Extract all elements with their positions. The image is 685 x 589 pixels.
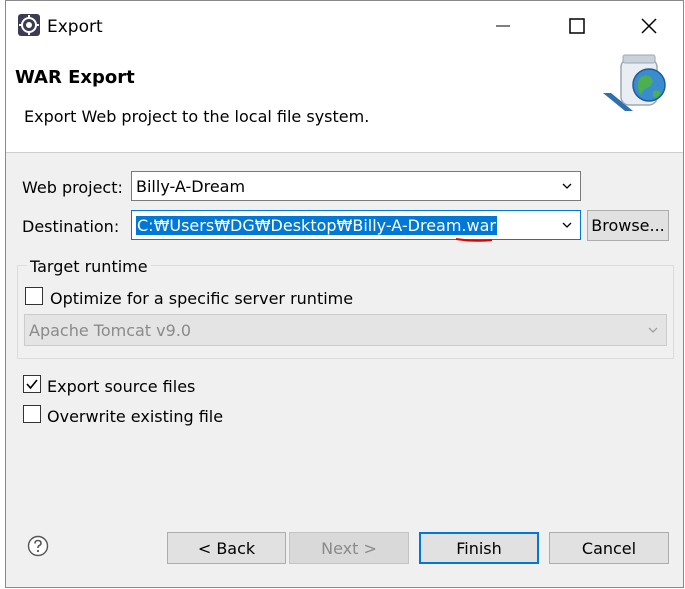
export-source-label: Export source files [47,377,196,396]
browse-button[interactable]: Browse... [587,210,669,241]
wizard-banner: WAR Export Export Web project to the loc… [6,51,683,153]
web-project-value: Billy-A-Dream [136,177,246,196]
cancel-button[interactable]: Cancel [549,532,669,564]
maximize-button[interactable] [560,9,594,43]
checkmark-icon [26,379,38,390]
target-runtime-title: Target runtime [27,257,151,276]
help-icon [27,535,49,557]
destination-label: Destination: [22,217,120,236]
destination-value: C:₩Users₩DG₩Desktop₩Billy-A-Dream.war [136,216,497,235]
minimize-button[interactable] [486,9,520,43]
red-underline-annotation [455,238,493,242]
title-bar: Export [6,1,683,51]
chevron-down-icon [562,183,572,189]
banner-title: WAR Export [15,67,135,88]
runtime-combo: Apache Tomcat v9.0 [24,314,667,346]
close-button[interactable] [632,9,666,43]
optimize-label: Optimize for a specific server runtime [50,289,354,308]
overwrite-label: Overwrite existing file [47,407,224,426]
back-button[interactable]: < Back [167,532,286,564]
export-dialog: Export WAR Export Export Web project to … [5,0,684,588]
minimize-icon [496,25,510,27]
overwrite-checkbox[interactable] [23,405,41,423]
chevron-down-icon [562,222,572,228]
war-jar-globe-icon [603,53,683,115]
banner-description: Export Web project to the local file sys… [24,107,370,126]
close-icon [641,18,657,34]
export-source-checkbox[interactable] [23,375,41,393]
web-project-label: Web project: [22,178,123,197]
destination-combo[interactable]: C:₩Users₩DG₩Desktop₩Billy-A-Dream.war [131,210,581,240]
runtime-value: Apache Tomcat v9.0 [29,321,192,340]
eclipse-icon [18,14,40,36]
destination-selected-text: C:₩Users₩DG₩Desktop₩Billy-A-Dream.war [136,216,497,235]
window-title: Export [47,17,103,37]
maximize-icon [569,18,585,34]
web-project-combo[interactable]: Billy-A-Dream [131,171,581,201]
chevron-down-icon [648,327,658,333]
help-button[interactable] [27,535,49,557]
optimize-checkbox[interactable] [25,287,43,305]
finish-button[interactable]: Finish [419,532,539,564]
next-button: Next > [289,532,409,564]
